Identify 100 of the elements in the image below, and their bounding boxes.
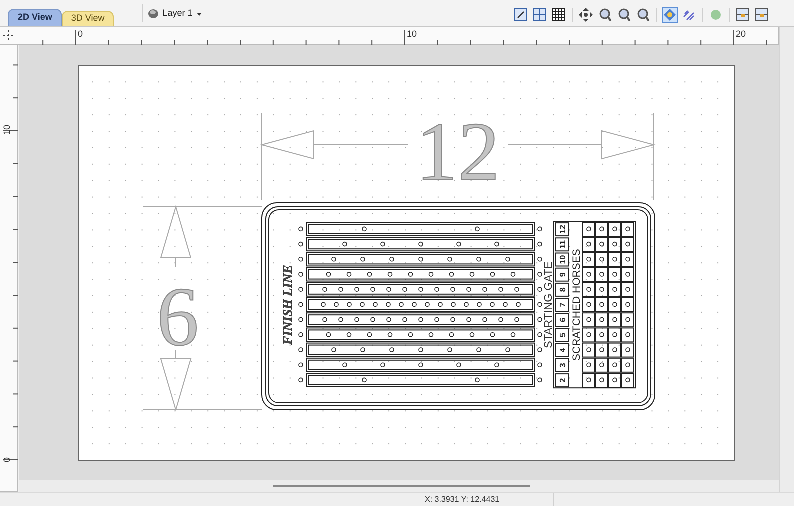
peg-hole — [298, 332, 304, 338]
frame-button[interactable] — [513, 7, 529, 23]
scratch-cell — [582, 312, 596, 328]
ruler-origin-icon[interactable] — [2, 30, 16, 42]
peg-hole — [600, 287, 604, 292]
peg-hole — [390, 348, 394, 352]
view-tab[interactable]: 3D View — [62, 11, 114, 26]
peg-hole — [334, 302, 339, 308]
dimension-label: 12 — [416, 106, 500, 199]
peg-hole — [456, 362, 462, 368]
peg-hole — [466, 317, 472, 322]
peg-hole — [448, 348, 452, 352]
scratch-cell — [608, 267, 622, 282]
peg-hole — [506, 348, 510, 352]
scratch-cell — [582, 328, 596, 343]
peg-hole — [586, 302, 592, 308]
peg-hole — [298, 287, 304, 292]
pan-button[interactable] — [578, 7, 594, 23]
scratch-cell — [582, 267, 596, 282]
layout-button[interactable] — [532, 7, 548, 23]
caret-icon — [196, 12, 202, 16]
peg-hole — [498, 287, 504, 292]
scratch-cell — [596, 252, 608, 268]
horse-number: 8 — [558, 288, 568, 292]
peg-hole — [612, 272, 618, 277]
peg-hole — [600, 317, 604, 322]
ruler-label: 10 — [2, 125, 12, 135]
number-cell — [556, 238, 570, 252]
number-cell — [556, 298, 570, 312]
diamond-button[interactable] — [662, 7, 678, 23]
peg-hole — [626, 378, 630, 383]
peg-hole — [506, 257, 510, 262]
peg-hole — [386, 287, 392, 292]
peg-hole — [490, 272, 496, 277]
peg-hole — [600, 272, 604, 277]
scratch-cell — [582, 298, 596, 312]
grid-button[interactable] — [551, 7, 567, 23]
peg-hole — [342, 362, 348, 368]
peg-hole — [586, 287, 592, 292]
peg-hole — [586, 348, 592, 352]
horse-number: 4 — [558, 348, 568, 353]
number-cell — [556, 358, 570, 372]
scratch-cell — [596, 267, 608, 282]
horse-number: 10 — [558, 255, 568, 264]
horse-number: 3 — [558, 363, 568, 368]
horse-number: 12 — [558, 225, 568, 234]
vertical-scrollbar[interactable] — [779, 27, 794, 492]
panel-button[interactable] — [754, 7, 770, 23]
peg-hole — [470, 332, 475, 338]
peg-hole — [418, 242, 424, 247]
horse-number: 2 — [558, 378, 568, 383]
zoom-button[interactable] — [616, 7, 632, 23]
peg-hole — [418, 362, 424, 368]
peg-hole — [586, 332, 592, 338]
peg-hole — [538, 302, 542, 308]
peg-hole — [342, 242, 348, 247]
peg-hole — [298, 242, 304, 247]
peg-hole — [612, 257, 618, 262]
zoom-button[interactable] — [597, 7, 613, 23]
peg-hole — [380, 242, 386, 247]
peg-hole — [418, 257, 424, 262]
scratch-cell — [622, 252, 634, 268]
layer-dropdown[interactable]: Layer 1 — [146, 6, 204, 22]
number-cell — [556, 282, 570, 297]
panel-button[interactable] — [735, 7, 751, 23]
peg-hole — [538, 362, 542, 368]
peg-hole — [538, 242, 542, 247]
number-cell — [556, 252, 570, 267]
ruler-label: 0 — [2, 458, 12, 462]
peg-hole — [626, 272, 630, 277]
peg-hole — [298, 317, 304, 322]
scratch-cell — [622, 312, 634, 328]
peg-hole — [298, 348, 304, 352]
scratch-cell — [596, 373, 608, 388]
scratch-cell — [582, 282, 596, 298]
dimension-label: 6 — [157, 271, 199, 364]
scratch-cell — [622, 237, 634, 252]
peg-hole — [476, 348, 482, 352]
peg-hole — [298, 378, 304, 383]
peg-hole — [373, 302, 378, 308]
peg-hole — [466, 287, 472, 292]
peg-hole — [626, 242, 630, 247]
peg-hole — [338, 317, 344, 322]
peg-hole — [538, 378, 542, 383]
peg-hole — [490, 302, 495, 308]
peg-hole — [475, 226, 480, 232]
scratch-cell — [596, 328, 608, 343]
horizontal-scrollbar-thumb[interactable] — [273, 485, 530, 487]
peg-hole — [448, 257, 452, 262]
zoom-button[interactable] — [635, 7, 651, 23]
scratch-cell — [608, 237, 622, 252]
view-tab[interactable]: 2D View — [8, 9, 62, 26]
peg-hole — [332, 348, 336, 352]
scratch-cell — [608, 342, 622, 358]
peg-hole — [322, 317, 328, 322]
peg-hole — [612, 378, 618, 383]
peg-hole — [586, 226, 592, 232]
scratch-cell — [608, 358, 622, 373]
peg-hole — [388, 332, 393, 338]
scratch-cell — [608, 328, 622, 343]
